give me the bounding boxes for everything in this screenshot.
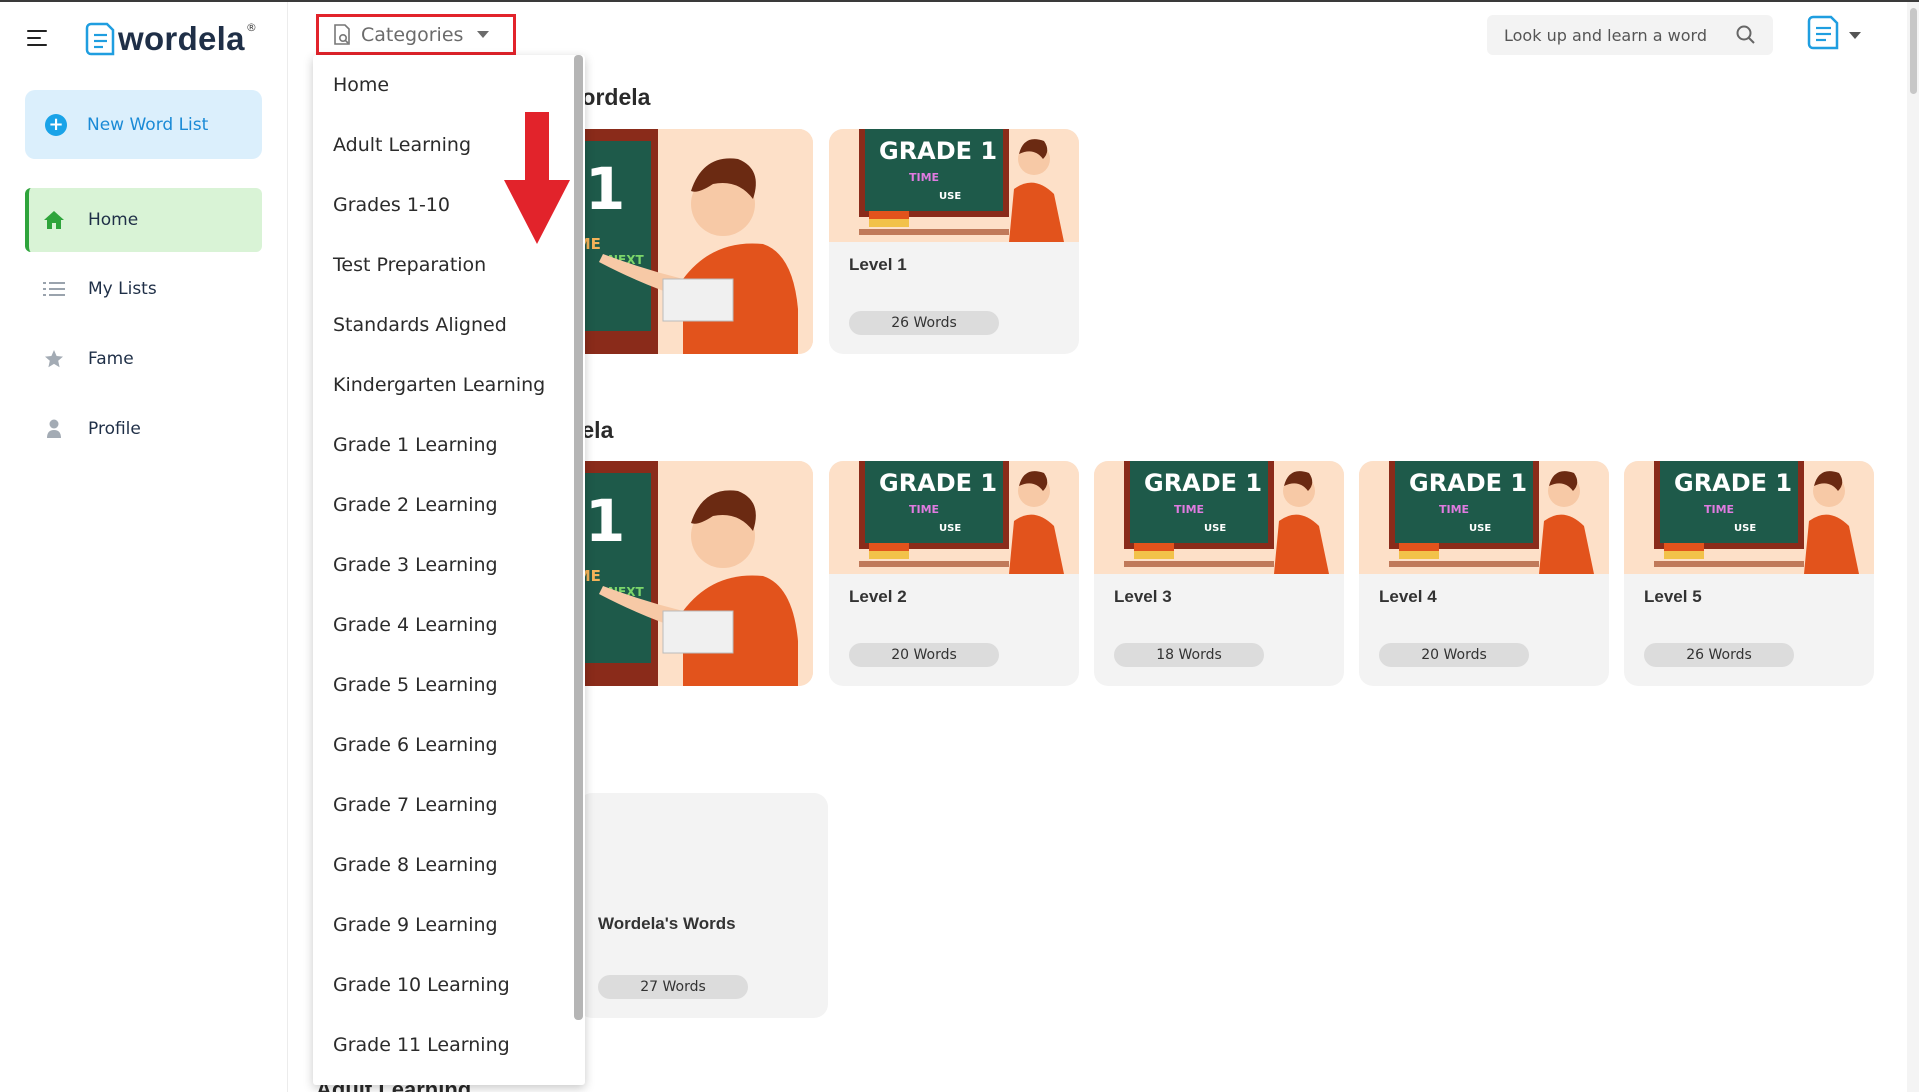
svg-text:USE: USE: [939, 191, 961, 202]
user-avatar-icon[interactable]: [1806, 14, 1840, 52]
sidebar-item-fame[interactable]: Fame: [25, 327, 262, 391]
card-title: Level 2: [849, 587, 907, 606]
teacher-chalkboard-illustration: 1 OME NEXT: [563, 129, 813, 354]
hamburger-menu-icon[interactable]: [27, 30, 49, 50]
sidebar: wordela ® + New Word List Home My Lists …: [0, 2, 288, 1092]
svg-text:GRADE 1: GRADE 1: [879, 469, 997, 497]
search-icon[interactable]: [1735, 24, 1757, 46]
word-count-badge: 27 Words: [598, 975, 748, 999]
red-down-arrow-annotation: [504, 112, 570, 244]
card-title: Level 3: [1114, 587, 1172, 606]
grade-board-thumbnail: GRADE 1 TIME USE: [1624, 461, 1874, 574]
home-icon: [43, 209, 65, 231]
plus-circle-icon: +: [45, 113, 67, 136]
svg-text:TIME: TIME: [909, 503, 939, 516]
grade-board-thumbnail: GRADE 1 TIME USE: [1359, 461, 1609, 574]
dropdown-item[interactable]: Home: [313, 55, 585, 115]
chevron-down-icon: [477, 31, 490, 38]
word-list-card[interactable]: GRADE 1 TIME USE Level 5 26 Words: [1624, 461, 1874, 686]
sidebar-item-label: Home: [88, 210, 139, 230]
section-title-1: /ordela: [575, 84, 651, 110]
star-icon: [43, 348, 65, 370]
word-count-badge: 20 Words: [849, 643, 999, 667]
grade-board-thumbnail: GRADE 1 TIME USE: [829, 129, 1079, 242]
app-logo[interactable]: wordela ®: [85, 20, 257, 58]
dropdown-item[interactable]: Standards Aligned: [313, 295, 585, 355]
dropdown-item[interactable]: Grade 3 Learning: [313, 535, 585, 595]
word-list-card[interactable]: Wordela's Words 27 Words: [578, 793, 828, 1018]
dropdown-scrollbar-thumb[interactable]: [574, 55, 583, 1020]
grade-board-thumbnail: GRADE 1 TIME USE: [1094, 461, 1344, 574]
sidebar-item-label: Fame: [88, 349, 134, 369]
svg-text:TIME: TIME: [1174, 503, 1204, 516]
svg-text:TIME: TIME: [1439, 503, 1469, 516]
word-list-card[interactable]: GRADE 1 TIME USE Level 1 26 Words: [829, 129, 1079, 354]
svg-text:USE: USE: [1204, 523, 1226, 534]
svg-text:USE: USE: [939, 523, 961, 534]
word-count-badge: 20 Words: [1379, 643, 1529, 667]
svg-text:TIME: TIME: [1704, 503, 1734, 516]
list-icon: [43, 278, 65, 300]
word-count-badge: 26 Words: [849, 311, 999, 335]
card-title: Level 5: [1644, 587, 1702, 606]
card-title: Level 1: [849, 255, 907, 274]
dropdown-item[interactable]: Kindergarten Learning: [313, 355, 585, 415]
dropdown-item[interactable]: Grade 8 Learning: [313, 835, 585, 895]
categories-label: Categories: [361, 23, 464, 46]
featured-hero-image-2[interactable]: 1 OME NEXT: [563, 461, 813, 686]
dropdown-item[interactable]: Grade 6 Learning: [313, 715, 585, 775]
sidebar-item-profile[interactable]: Profile: [25, 397, 262, 461]
svg-text:1: 1: [585, 487, 625, 555]
featured-hero-image-1[interactable]: 1 OME NEXT: [563, 129, 813, 354]
teacher-chalkboard-illustration: 1 OME NEXT: [563, 461, 813, 686]
logo-book-icon: [85, 22, 115, 56]
dropdown-item[interactable]: Grade 2 Learning: [313, 475, 585, 535]
sidebar-item-home[interactable]: Home: [25, 188, 262, 252]
person-icon: [43, 418, 65, 440]
categories-search-icon: [334, 23, 350, 45]
new-word-list-label: New Word List: [87, 114, 209, 135]
word-count-badge: 18 Words: [1114, 643, 1264, 667]
sidebar-item-my-lists[interactable]: My Lists: [25, 257, 262, 321]
svg-text:GRADE 1: GRADE 1: [1674, 469, 1792, 497]
card-title: Level 4: [1379, 587, 1437, 606]
dropdown-item[interactable]: Grade 1 Learning: [313, 415, 585, 475]
grade-board-thumbnail: GRADE 1 TIME USE: [829, 461, 1079, 574]
logo-text: wordela: [118, 20, 245, 57]
page-scrollbar-thumb[interactable]: [1910, 8, 1917, 94]
categories-dropdown-button[interactable]: Categories: [316, 14, 516, 55]
svg-text:TIME: TIME: [909, 171, 939, 184]
dropdown-item[interactable]: Grade 11 Learning: [313, 1015, 585, 1075]
svg-text:USE: USE: [1734, 523, 1756, 534]
word-list-card[interactable]: GRADE 1 TIME USE Level 4 20 Words: [1359, 461, 1609, 686]
word-list-card[interactable]: GRADE 1 TIME USE Level 2 20 Words: [829, 461, 1079, 686]
card-title: Wordela's Words: [598, 914, 736, 933]
word-count-badge: 26 Words: [1644, 643, 1794, 667]
sidebar-item-label: Profile: [88, 419, 141, 439]
svg-text:1: 1: [585, 155, 625, 223]
word-list-card[interactable]: GRADE 1 TIME USE Level 3 18 Words: [1094, 461, 1344, 686]
dropdown-item[interactable]: Grade 4 Learning: [313, 595, 585, 655]
page-scrollbar[interactable]: [1907, 2, 1919, 1092]
word-search-bar: [1487, 15, 1773, 55]
sidebar-item-label: My Lists: [88, 279, 157, 299]
svg-text:USE: USE: [1469, 523, 1491, 534]
dropdown-item[interactable]: Grade 9 Learning: [313, 895, 585, 955]
svg-text:GRADE 1: GRADE 1: [1409, 469, 1527, 497]
account-chevron-down-icon[interactable]: [1849, 32, 1861, 39]
svg-text:GRADE 1: GRADE 1: [879, 137, 997, 165]
dropdown-item[interactable]: Test Preparation: [313, 235, 585, 295]
new-word-list-button[interactable]: + New Word List: [25, 90, 262, 159]
dropdown-item[interactable]: Grade 5 Learning: [313, 655, 585, 715]
logo-registered-mark: ®: [245, 20, 257, 34]
dropdown-item[interactable]: Grade 7 Learning: [313, 775, 585, 835]
svg-text:GRADE 1: GRADE 1: [1144, 469, 1262, 497]
search-input[interactable]: [1504, 25, 1729, 45]
dropdown-item[interactable]: Grade 10 Learning: [313, 955, 585, 1015]
